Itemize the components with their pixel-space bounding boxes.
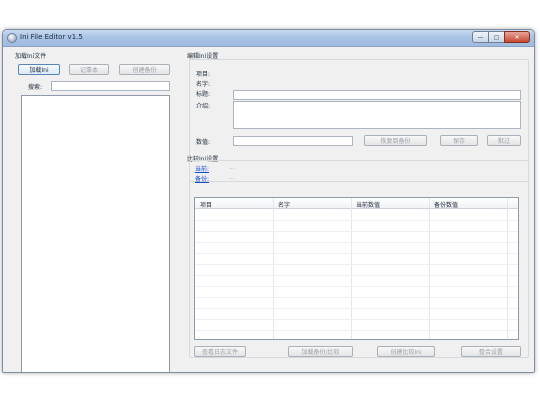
compare-table[interactable]: 项目 名字 当前数值 备份数值 xyxy=(194,197,519,340)
row-divider xyxy=(195,330,518,331)
column-header-item[interactable]: 项目 xyxy=(200,200,212,209)
intro-textarea[interactable] xyxy=(233,101,521,129)
item-label: 项目: xyxy=(196,71,211,78)
name-label: 名字: xyxy=(196,81,211,88)
key-listbox[interactable] xyxy=(21,95,170,372)
row-divider xyxy=(195,308,518,309)
row-divider xyxy=(195,319,518,320)
backup-link[interactable]: 备份: xyxy=(195,174,209,183)
view-log-button[interactable]: 查看日志文件 xyxy=(194,346,246,357)
current-link[interactable]: 当前: xyxy=(195,164,209,173)
create-backup-button[interactable]: 创建备份 xyxy=(119,64,170,75)
row-divider xyxy=(195,220,518,221)
merge-settings-button[interactable]: 整合设置 xyxy=(461,346,521,357)
column-header-current[interactable]: 当前数值 xyxy=(356,200,380,209)
skip-button[interactable]: 默过 xyxy=(487,135,521,146)
close-icon[interactable]: ✕ xyxy=(504,31,530,43)
row-divider xyxy=(195,253,518,254)
title-field[interactable] xyxy=(233,90,521,100)
load-group-label: 加载Ini文件 xyxy=(15,53,47,60)
column-header-name[interactable]: 名字 xyxy=(278,200,290,209)
window-controls: — ▢ ✕ xyxy=(472,31,530,43)
current-path-text: ... xyxy=(229,164,235,171)
load-ini-button[interactable]: 加载Ini xyxy=(18,64,60,75)
load-backup-compare-button[interactable]: 加载备份/比较 xyxy=(288,346,353,357)
window-title: Ini File Editor v1.5 xyxy=(20,33,83,41)
row-divider xyxy=(195,286,518,287)
row-divider xyxy=(195,264,518,265)
search-label: 搜索: xyxy=(28,84,43,91)
value-field[interactable] xyxy=(233,136,353,146)
save-button[interactable]: 保存 xyxy=(440,135,478,146)
row-divider xyxy=(195,242,518,243)
column-header-backup[interactable]: 备份数值 xyxy=(434,200,458,209)
app-icon xyxy=(7,33,17,43)
row-divider xyxy=(195,275,518,276)
table-header: 项目 名字 当前数值 备份数值 xyxy=(195,198,518,209)
restore-backup-button[interactable]: 恢复到备份 xyxy=(364,135,427,146)
create-compare-ini-button[interactable]: 创建比较Ini xyxy=(377,346,435,357)
maximize-icon[interactable]: ▢ xyxy=(488,31,505,43)
app-window: Ini File Editor v1.5 — ▢ ✕ 加载Ini文件 加载Ini… xyxy=(2,29,535,373)
minimize-icon[interactable]: — xyxy=(472,31,489,43)
title-label: 标题: xyxy=(196,91,211,98)
backup-path-text: ... xyxy=(229,174,235,181)
search-input[interactable] xyxy=(51,81,170,91)
row-divider xyxy=(195,231,518,232)
value-label: 数值: xyxy=(196,139,211,146)
row-divider xyxy=(195,297,518,298)
notepad-button[interactable]: 记事本 xyxy=(69,64,109,75)
intro-label: 介绍: xyxy=(196,103,211,110)
title-bar[interactable]: Ini File Editor v1.5 — ▢ ✕ xyxy=(3,30,534,47)
